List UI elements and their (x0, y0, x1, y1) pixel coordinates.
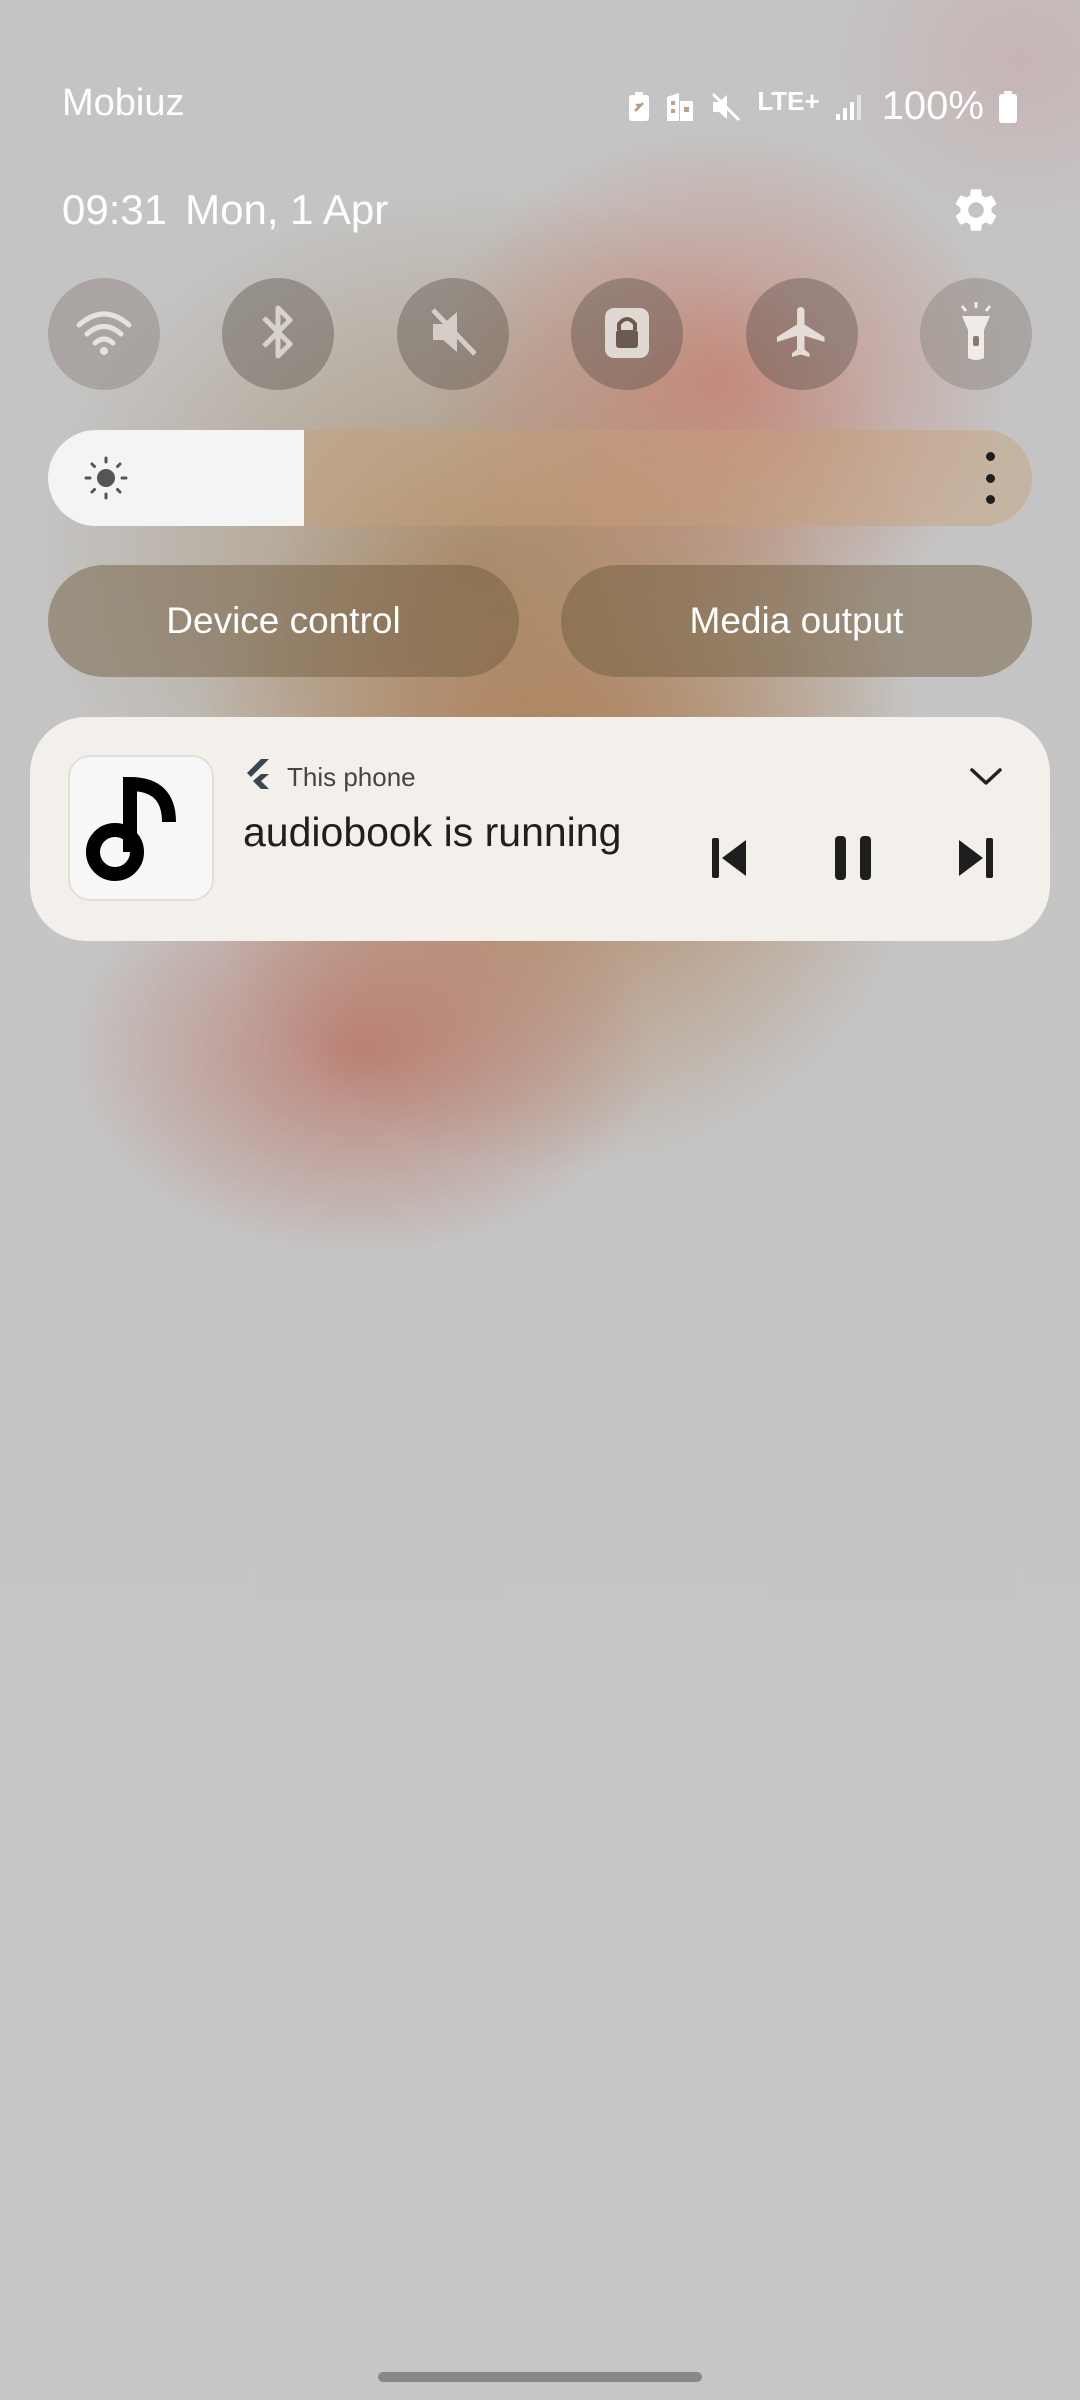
status-bar: Mobiuz LTE+ 100% (62, 78, 1018, 134)
quick-toggles (48, 278, 1032, 390)
wifi-icon (75, 307, 133, 362)
toggle-sound[interactable] (396, 278, 509, 390)
album-art (68, 755, 214, 901)
settings-button[interactable] (944, 180, 1008, 244)
toggle-airplane-mode[interactable] (745, 278, 858, 390)
mute-icon (709, 91, 743, 123)
previous-button[interactable] (694, 825, 764, 895)
source-label: This phone (287, 761, 416, 792)
home-indicator[interactable] (378, 2372, 702, 2382)
previous-icon (710, 836, 748, 885)
dot (985, 495, 995, 504)
mute-icon (425, 304, 481, 365)
expand-button[interactable] (964, 757, 1008, 801)
media-title: audiobook is running (243, 809, 622, 855)
sun-icon (84, 456, 128, 500)
airplane-icon (772, 302, 832, 367)
lte-icon: LTE+ (757, 85, 820, 116)
media-source: This phone (243, 757, 416, 797)
pause-button[interactable] (818, 825, 888, 895)
next-icon (957, 836, 995, 885)
gear-icon (950, 184, 1002, 241)
signal-icon (834, 92, 864, 122)
music-note-icon (81, 766, 201, 891)
datetime-row: 09:31 Mon, 1 Apr (62, 186, 1018, 246)
next-button[interactable] (941, 825, 1011, 895)
toggle-secure-folder[interactable] (571, 278, 684, 390)
toggle-bluetooth[interactable] (222, 278, 335, 390)
dot (985, 473, 995, 483)
chevron-down-icon (969, 767, 1003, 792)
clock-time: 09:31 (62, 186, 168, 233)
date-label: Mon, 1 Apr (185, 186, 389, 233)
media-output-button[interactable]: Media output (561, 565, 1032, 677)
battery-saver-icon (627, 91, 651, 123)
lock-icon (603, 304, 651, 365)
flutter-app-icon (243, 758, 271, 796)
work-profile-icon (665, 91, 695, 123)
media-player-card[interactable]: This phone audiobook is running (30, 717, 1050, 941)
datetime: 09:31 Mon, 1 Apr (62, 186, 1018, 234)
toggle-flashlight[interactable] (919, 278, 1032, 390)
carrier-name: Mobiuz (62, 82, 185, 124)
battery-icon (998, 90, 1018, 124)
toggle-wifi[interactable] (48, 278, 160, 390)
device-control-button[interactable]: Device control (48, 565, 519, 677)
bluetooth-icon (258, 302, 298, 367)
pause-icon (833, 834, 873, 887)
brightness-more-button[interactable] (978, 452, 1002, 504)
status-icons: LTE+ 100% (627, 84, 1018, 129)
dot (985, 452, 995, 461)
battery-percent: 100% (881, 84, 984, 128)
flashlight-icon (954, 300, 998, 369)
brightness-slider[interactable] (48, 430, 1032, 526)
